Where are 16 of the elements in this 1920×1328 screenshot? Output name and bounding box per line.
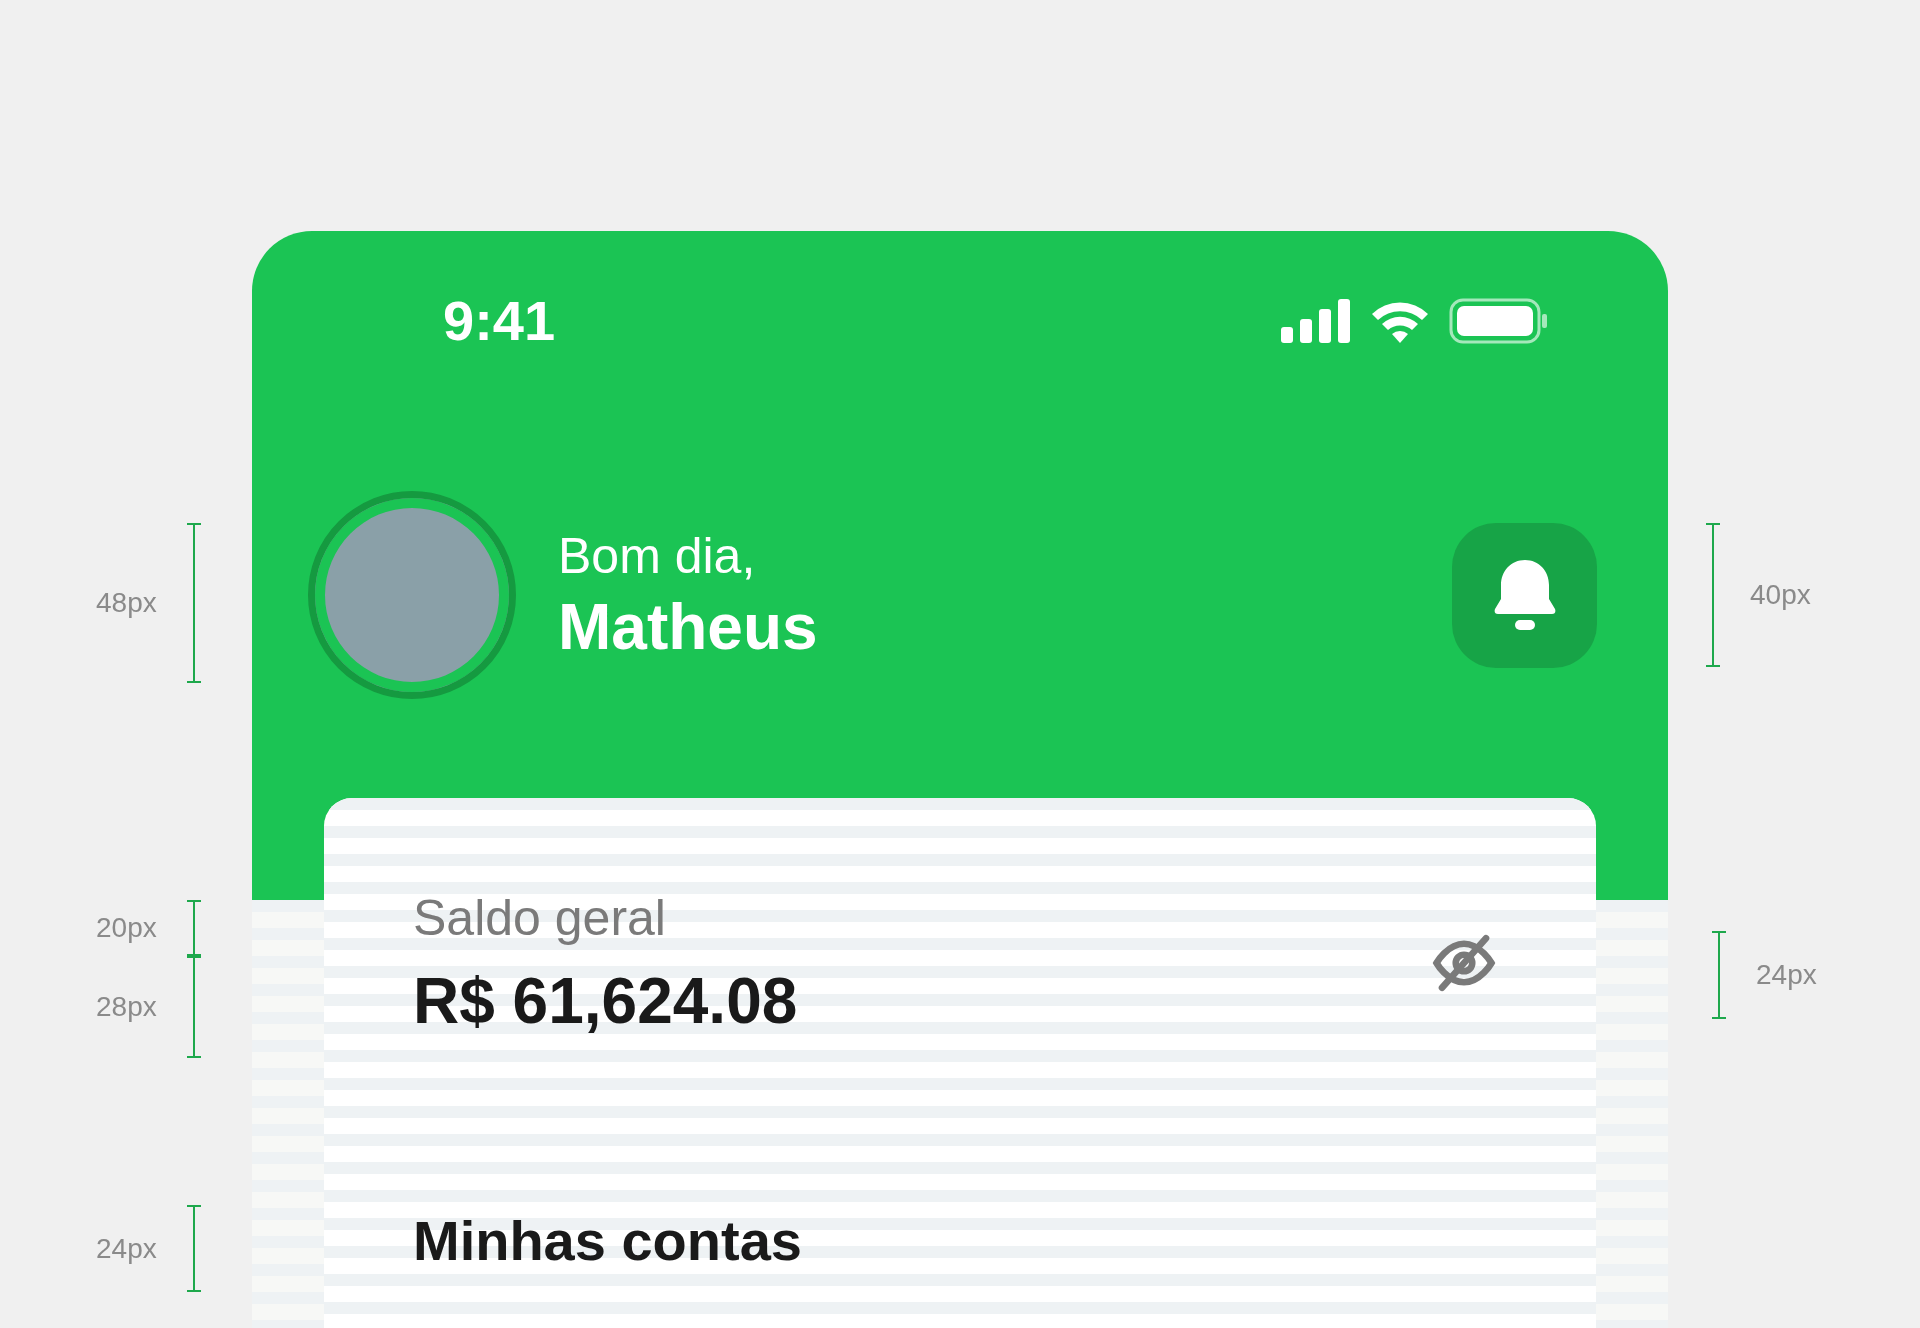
user-name: Matheus — [558, 595, 819, 659]
greeting-text: Bom dia, — [558, 531, 757, 581]
balance-label: Saldo geral — [413, 893, 667, 943]
dimension-label: 20px — [96, 911, 157, 945]
status-time: 9:41 — [443, 288, 556, 354]
bell-icon — [1492, 558, 1557, 632]
balance-amount: R$ 61,624.08 — [413, 969, 798, 1033]
dimension-label: 28px — [96, 990, 157, 1024]
dimension-label: 40px — [1750, 578, 1811, 612]
notification-button[interactable] — [1452, 522, 1597, 668]
section-title: Minhas contas — [413, 1213, 803, 1269]
dimension-label: 24px — [1756, 958, 1817, 992]
battery-icon — [1449, 298, 1549, 344]
signal-icon — [1281, 299, 1351, 343]
dimension-label: 48px — [96, 586, 157, 620]
dimension-label: 24px — [96, 1231, 157, 1266]
